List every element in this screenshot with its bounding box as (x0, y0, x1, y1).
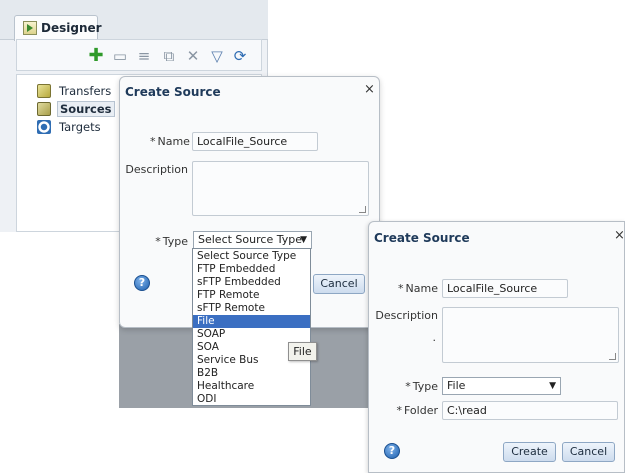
copy-icon[interactable]: ⧉ (160, 47, 178, 65)
resize-grip-icon[interactable] (359, 206, 366, 213)
targets-icon (37, 120, 51, 134)
filter-icon[interactable]: ▽ (208, 47, 226, 65)
type-select[interactable]: Select Source Type ▼ (193, 231, 312, 249)
chevron-down-icon: ▼ (300, 235, 307, 245)
sources-icon (37, 102, 51, 116)
dropdown-option[interactable]: B2B (193, 367, 310, 380)
dropdown-option[interactable]: sFTP Embedded (193, 276, 310, 289)
folder-icon[interactable]: ▭ (111, 47, 129, 65)
add-icon[interactable]: ✚ (87, 47, 105, 65)
type-label: * Type (150, 235, 188, 248)
type-select-value: File (447, 379, 466, 392)
help-icon[interactable]: ? (134, 275, 150, 291)
description-label: Description (375, 309, 438, 322)
tree-item-label: Sources (57, 101, 115, 117)
type-dropdown-list: Select Source Type FTP Embedded sFTP Emb… (192, 248, 311, 406)
close-icon[interactable]: × (614, 228, 625, 243)
transfers-icon (37, 84, 51, 98)
chevron-down-icon: ▼ (549, 381, 556, 391)
cancel-button[interactable]: Cancel (562, 442, 615, 462)
edit-icon[interactable]: ≡ (135, 47, 153, 65)
tree-item-targets[interactable]: Targets (37, 119, 103, 135)
designer-tabbar: Designer (0, 0, 268, 41)
type-select[interactable]: File ▼ (442, 377, 561, 395)
delete-icon[interactable]: ✕ (184, 47, 202, 65)
name-label-text: Name (157, 135, 190, 148)
dialog-title: Create Source (125, 85, 221, 99)
type-label-text: Type (412, 380, 438, 393)
type-select-value: Select Source Type (198, 233, 302, 246)
required-mark: * (155, 235, 161, 248)
required-mark: * (150, 135, 156, 148)
description-field[interactable] (442, 307, 619, 363)
tree-item-sources[interactable]: Sources (37, 101, 115, 117)
folder-label: * Folder (393, 404, 439, 417)
create-button[interactable]: Create (503, 442, 556, 462)
description-label: Description (125, 163, 188, 176)
help-icon[interactable]: ? (384, 443, 400, 459)
dropdown-option[interactable]: Select Source Type (193, 250, 310, 263)
designer-toolbar: ✚ ▭ ≡ ⧉ ✕ ▽ ⟳ (16, 39, 262, 71)
dropdown-option[interactable]: ODI (193, 393, 310, 406)
required-mark: * (396, 404, 403, 417)
required-mark: * (398, 282, 404, 295)
name-field[interactable]: LocalFile_Source (192, 132, 318, 151)
required-mark: * (405, 380, 411, 393)
dropdown-option[interactable]: FTP Embedded (193, 263, 310, 276)
tab-designer-label: Designer (41, 21, 102, 35)
name-label-text: Name (405, 282, 438, 295)
type-label: * Type (397, 380, 438, 393)
dialog-title: Create Source (374, 231, 470, 245)
name-label: * Name (397, 282, 438, 295)
resize-grip-icon[interactable] (609, 353, 616, 360)
name-label: * Name (150, 135, 190, 148)
dropdown-option[interactable]: sFTP Remote (193, 302, 310, 315)
dropdown-option[interactable]: SOAP (193, 328, 310, 341)
description-field[interactable] (192, 161, 369, 216)
designer-icon (23, 21, 37, 35)
name-field[interactable]: LocalFile_Source (442, 279, 568, 298)
dropdown-option[interactable]: Healthcare (193, 380, 310, 393)
type-label-text: Type (162, 235, 188, 248)
option-tooltip: File (288, 342, 317, 361)
folder-label-text: Folder (404, 404, 438, 417)
description-extra: . (432, 331, 437, 344)
tree-item-label: Targets (59, 120, 101, 134)
close-icon[interactable]: × (364, 82, 375, 97)
dropdown-option-highlighted[interactable]: File (193, 315, 310, 328)
tab-designer[interactable]: Designer (14, 15, 102, 41)
tree-item-label: Transfers (59, 84, 112, 98)
folder-field[interactable]: C:\read (442, 401, 618, 420)
cancel-button[interactable]: Cancel (313, 274, 365, 294)
dropdown-option[interactable]: FTP Remote (193, 289, 310, 302)
create-source-dialog-2: Create Source × * Name LocalFile_Source D… (368, 221, 625, 473)
refresh-icon[interactable]: ⟳ (231, 47, 249, 65)
tree-item-transfers[interactable]: Transfers (37, 83, 113, 99)
